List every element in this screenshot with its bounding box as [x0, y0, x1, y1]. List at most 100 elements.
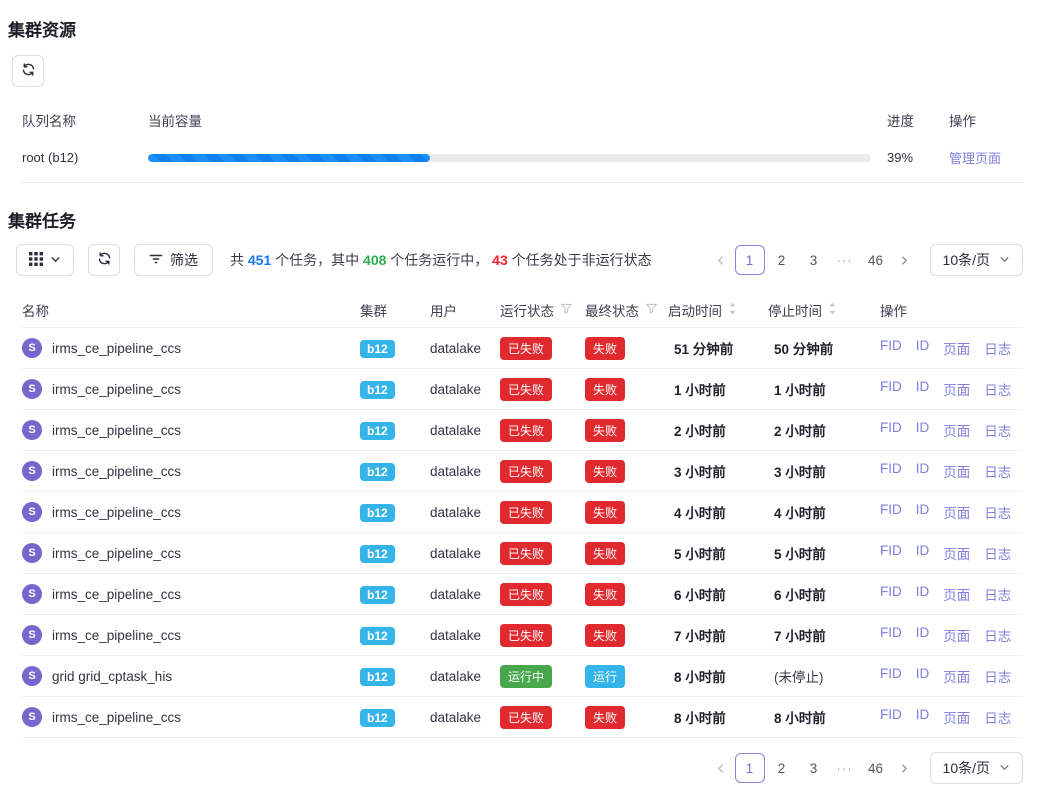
pagination-page-1[interactable]: 1 — [735, 753, 765, 783]
final-status-badge: 失败 — [585, 706, 625, 729]
row-action-fid[interactable]: FID — [880, 420, 902, 440]
chevron-right-icon[interactable] — [892, 247, 918, 273]
avatar: S — [22, 420, 42, 440]
manage-page-link[interactable]: 管理页面 — [949, 151, 1001, 166]
task-name: grid grid_cptask_his — [52, 669, 172, 684]
page-size-select[interactable]: 10条/页 — [930, 752, 1023, 784]
row-action-log[interactable]: 日志 — [984, 379, 1011, 399]
row-action-log[interactable]: 日志 — [984, 461, 1011, 481]
task-name: irms_ce_pipeline_ccs — [52, 423, 181, 438]
summary-segment: 451 — [248, 252, 271, 268]
row-action-fid[interactable]: FID — [880, 707, 902, 727]
row-action-log[interactable]: 日志 — [984, 502, 1011, 522]
row-action-log[interactable]: 日志 — [984, 420, 1011, 440]
avatar: S — [22, 502, 42, 522]
row-actions: FID ID 页面日志 — [880, 420, 1023, 440]
summary-segment: 共 — [230, 252, 248, 268]
row-action-page[interactable]: 页面 — [943, 625, 970, 645]
row-action-page[interactable]: 页面 — [943, 338, 970, 358]
pagination-ellipsis[interactable]: ··· — [830, 253, 860, 268]
avatar: S — [22, 584, 42, 604]
header-final-status[interactable]: 最终状态 — [585, 300, 668, 320]
row-action-id[interactable]: ID — [916, 666, 930, 686]
chevron-left-icon[interactable] — [708, 247, 734, 273]
row-action-log[interactable]: 日志 — [984, 338, 1011, 358]
page-size-select[interactable]: 10条/页 — [930, 244, 1023, 276]
pagination-page-2[interactable]: 2 — [767, 245, 797, 275]
stop-time: 50 分钟前 — [768, 338, 880, 358]
run-status-badge: 运行中 — [500, 665, 552, 688]
row-actions: FID ID 页面日志 — [880, 625, 1023, 645]
refresh-tasks-button[interactable] — [88, 244, 120, 276]
layout-select-button[interactable] — [16, 244, 74, 276]
filter-lines-icon — [149, 252, 163, 269]
header-user: 用户 — [430, 300, 500, 320]
run-status-badge: 已失败 — [500, 337, 552, 360]
row-action-fid[interactable]: FID — [880, 625, 902, 645]
sort-icon[interactable] — [728, 301, 737, 319]
chevron-left-icon[interactable] — [708, 755, 734, 781]
row-action-id[interactable]: ID — [916, 584, 930, 604]
row-action-id[interactable]: ID — [916, 707, 930, 727]
row-action-fid[interactable]: FID — [880, 379, 902, 399]
pagination-page-46[interactable]: 46 — [861, 245, 891, 275]
pagination-bottom: 123···46 10条/页 — [708, 752, 1023, 784]
row-action-id[interactable]: ID — [916, 338, 930, 358]
header-start-time[interactable]: 启动时间 — [668, 300, 768, 320]
pagination-page-3[interactable]: 3 — [799, 753, 829, 783]
avatar: S — [22, 707, 42, 727]
cluster-tag: b12 — [360, 504, 395, 522]
filter-button[interactable]: 筛选 — [134, 244, 213, 276]
row-action-id[interactable]: ID — [916, 543, 930, 563]
filter-funnel-icon[interactable] — [645, 302, 658, 318]
row-action-id[interactable]: ID — [916, 461, 930, 481]
row-actions: FID ID 页面日志 — [880, 584, 1023, 604]
page: 集群资源 队列名称 当前容量 进度 操作 root (b12) 39% 管理页面 — [0, 0, 1039, 790]
pagination-top: 123···46 10条/页 — [708, 244, 1023, 276]
row-action-log[interactable]: 日志 — [984, 707, 1011, 727]
sort-icon[interactable] — [828, 301, 837, 319]
task-name: irms_ce_pipeline_ccs — [52, 382, 181, 397]
row-action-page[interactable]: 页面 — [943, 502, 970, 522]
row-action-log[interactable]: 日志 — [984, 625, 1011, 645]
row-action-page[interactable]: 页面 — [943, 707, 970, 727]
row-action-page[interactable]: 页面 — [943, 379, 970, 399]
row-action-page[interactable]: 页面 — [943, 420, 970, 440]
row-action-fid[interactable]: FID — [880, 502, 902, 522]
row-action-id[interactable]: ID — [916, 625, 930, 645]
row-action-fid[interactable]: FID — [880, 584, 902, 604]
refresh-button[interactable] — [12, 55, 44, 87]
row-action-fid[interactable]: FID — [880, 338, 902, 358]
row-action-log[interactable]: 日志 — [984, 543, 1011, 563]
table-row: Sirms_ce_pipeline_ccsb12datalake已失败失败6 小… — [22, 574, 1023, 615]
row-action-fid[interactable]: FID — [880, 543, 902, 563]
row-action-page[interactable]: 页面 — [943, 666, 970, 686]
pagination-page-46[interactable]: 46 — [861, 753, 891, 783]
pagination-ellipsis[interactable]: ··· — [830, 761, 860, 776]
row-action-fid[interactable]: FID — [880, 461, 902, 481]
row-action-id[interactable]: ID — [916, 502, 930, 522]
row-action-id[interactable]: ID — [916, 420, 930, 440]
row-action-page[interactable]: 页面 — [943, 584, 970, 604]
stop-time: 8 小时前 — [768, 707, 880, 727]
start-time: 2 小时前 — [668, 420, 768, 440]
chevron-right-icon[interactable] — [892, 755, 918, 781]
row-action-page[interactable]: 页面 — [943, 543, 970, 563]
row-action-page[interactable]: 页面 — [943, 461, 970, 481]
header-run-status[interactable]: 运行状态 — [500, 300, 585, 320]
header-progress: 进度 — [871, 110, 933, 130]
row-action-fid[interactable]: FID — [880, 666, 902, 686]
stop-time: 2 小时前 — [768, 420, 880, 440]
row-action-log[interactable]: 日志 — [984, 584, 1011, 604]
row-action-id[interactable]: ID — [916, 379, 930, 399]
pagination-page-2[interactable]: 2 — [767, 753, 797, 783]
pagination-page-1[interactable]: 1 — [735, 245, 765, 275]
pagination-page-3[interactable]: 3 — [799, 245, 829, 275]
table-row: Sirms_ce_pipeline_ccsb12datalake已失败失败5 小… — [22, 533, 1023, 574]
header-queue-name: 队列名称 — [22, 110, 148, 130]
row-action-log[interactable]: 日志 — [984, 666, 1011, 686]
filter-funnel-icon[interactable] — [560, 302, 573, 318]
start-time: 8 小时前 — [668, 666, 768, 686]
task-name: irms_ce_pipeline_ccs — [52, 341, 181, 356]
header-stop-time[interactable]: 停止时间 — [768, 300, 880, 320]
